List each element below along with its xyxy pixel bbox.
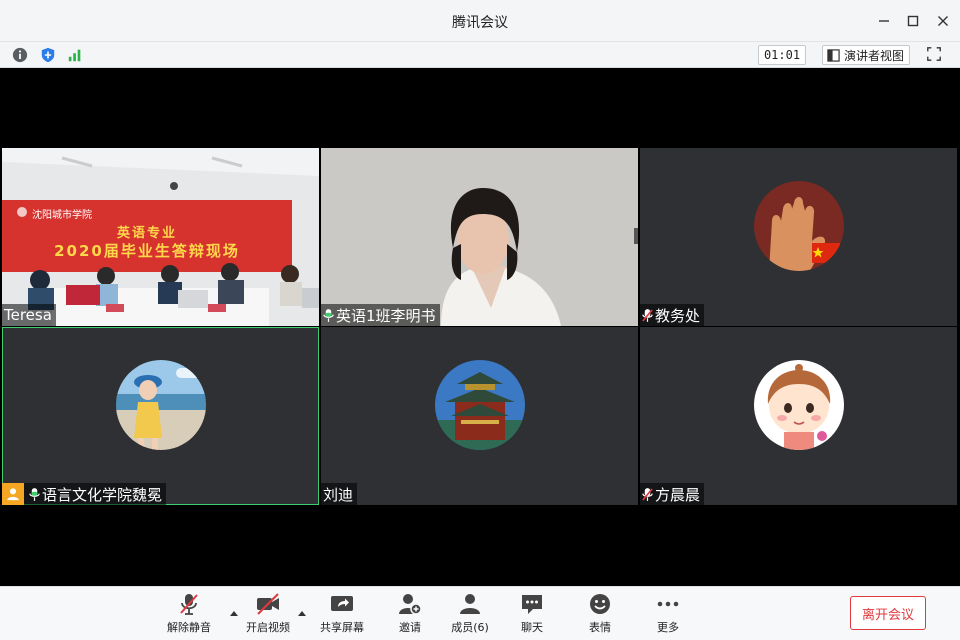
more-dots-icon — [657, 601, 679, 607]
participant-label: 刘迪 — [321, 483, 358, 505]
invite-label: 邀请 — [399, 621, 421, 634]
chat-button[interactable]: 聊天 — [502, 593, 562, 637]
camera-off-icon — [257, 593, 279, 615]
more-label: 更多 — [657, 621, 679, 634]
hand-flag-avatar — [754, 181, 844, 271]
participant-name: 方晨晨 — [655, 485, 701, 504]
fullscreen-icon — [927, 47, 941, 61]
chat-label: 聊天 — [521, 621, 543, 634]
more-button[interactable]: 更多 — [638, 593, 698, 637]
participant-label: 英语1班李明书 — [321, 304, 440, 326]
members-button[interactable]: 成员(6) — [440, 593, 500, 637]
caret-up-icon — [298, 611, 306, 616]
participant-name: 语言文化学院魏冕 — [42, 485, 163, 504]
emoji-button[interactable]: 表情 — [570, 593, 630, 637]
info-icon — [12, 47, 28, 63]
video-tile-fang-chenchen[interactable]: 方晨晨 — [640, 327, 957, 505]
invite-button[interactable]: 邀请 — [380, 593, 440, 637]
share-screen-label: 共享屏幕 — [320, 621, 364, 634]
signal-bars-icon — [68, 49, 81, 62]
cartoon-girl-avatar — [754, 360, 844, 450]
video-tile-wei-mian[interactable]: 语言文化学院魏冕 — [2, 327, 319, 505]
banner-line1: 英语专业 — [116, 226, 177, 241]
avatar — [435, 360, 525, 450]
speaker-video — [321, 148, 638, 326]
maximize-icon — [907, 15, 919, 27]
fullscreen-button[interactable] — [926, 46, 944, 64]
avatar — [754, 360, 844, 450]
participant-name: 英语1班李明书 — [336, 306, 436, 325]
participant-label: 语言文化学院魏冕 — [2, 483, 167, 505]
meeting-info-button[interactable] — [11, 46, 29, 64]
participant-name: 教务处 — [655, 306, 701, 325]
window-title: 腾讯会议 — [452, 15, 508, 31]
unmute-label: 解除静音 — [167, 621, 211, 634]
video-tile-teresa[interactable]: 沈阳城市学院 英语专业 2020届毕业生答辩现场 Teresa — [2, 148, 319, 326]
host-badge — [2, 483, 24, 505]
speaker-view-button[interactable]: 演讲者视图 — [822, 45, 910, 65]
start-video-button[interactable]: 开启视频 — [238, 593, 298, 637]
microphone-icon — [323, 308, 334, 322]
microphone-muted-icon — [642, 487, 653, 501]
avatar — [754, 181, 844, 271]
microphone-muted-icon — [180, 594, 198, 615]
avatar — [116, 360, 206, 450]
meeting-timer: 01:01 — [758, 45, 806, 65]
add-user-icon — [399, 594, 422, 615]
video-tile-jiaowuchu[interactable]: 教务处 — [640, 148, 957, 326]
smiley-icon — [590, 594, 610, 614]
close-icon — [938, 16, 948, 26]
pavilion-avatar — [435, 360, 525, 450]
share-screen-button[interactable]: 共享屏幕 — [312, 593, 372, 637]
microphone-muted-icon — [642, 308, 653, 322]
start-video-label: 开启视频 — [246, 621, 290, 634]
security-button[interactable] — [39, 46, 57, 64]
beach-child-avatar — [116, 360, 206, 450]
chat-icon — [522, 595, 542, 614]
speaker-view-icon — [827, 48, 840, 62]
user-icon — [7, 488, 19, 501]
close-button[interactable] — [931, 10, 955, 32]
title-bar: 腾讯会议 — [0, 0, 960, 42]
members-label: 成员(6) — [451, 621, 489, 634]
participant-name: 刘迪 — [323, 485, 354, 504]
participant-name: Teresa — [4, 306, 52, 324]
meeting-toolbar: 解除静音 开启视频 共享屏幕 邀请 成员(6) 聊天 表情 更多 离开会议 — [0, 586, 960, 640]
video-tile-li-mingshu[interactable]: 英语1班李明书 — [321, 148, 638, 326]
banner-line2: 2020届毕业生答辩现场 — [54, 242, 240, 260]
share-screen-icon — [331, 596, 353, 611]
network-status-button[interactable] — [66, 46, 84, 64]
maximize-button[interactable] — [901, 10, 925, 32]
unmute-button[interactable]: 解除静音 — [159, 593, 219, 637]
shield-icon — [41, 47, 55, 63]
speaker-view-label: 演讲者视图 — [844, 48, 905, 63]
participant-label: 教务处 — [640, 304, 705, 326]
status-bar: 01:01 演讲者视图 — [0, 42, 960, 68]
leave-meeting-button[interactable]: 离开会议 — [850, 596, 926, 630]
participant-label: Teresa — [2, 304, 56, 326]
meeting-window: 腾讯会议 01:01 演讲者视图 沈阳城市学院 英语专业 2020届毕业生答辩现… — [0, 0, 960, 640]
video-options-button[interactable] — [297, 602, 307, 616]
banner-school: 沈阳城市学院 — [32, 210, 92, 221]
minimize-icon — [879, 20, 889, 22]
video-tile-liu-di[interactable]: 刘迪 — [321, 327, 638, 505]
participant-label: 方晨晨 — [640, 483, 705, 505]
members-icon — [460, 594, 480, 614]
microphone-icon — [29, 487, 40, 501]
minimize-button[interactable] — [872, 10, 896, 32]
emoji-label: 表情 — [589, 621, 611, 634]
